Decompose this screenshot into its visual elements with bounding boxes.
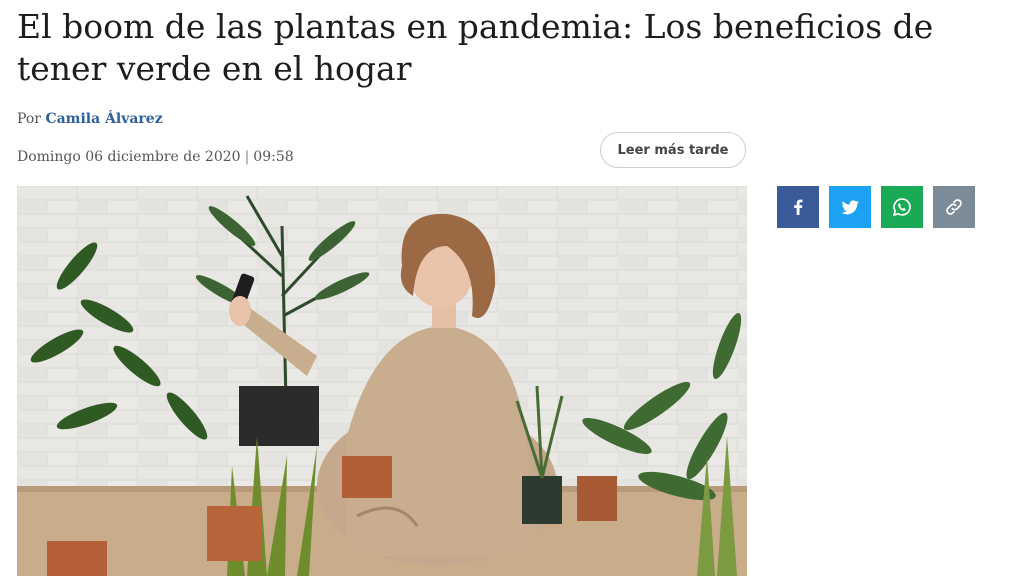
whatsapp-icon xyxy=(892,198,911,217)
read-later-button[interactable]: Leer más tarde xyxy=(600,132,746,168)
share-link-button[interactable] xyxy=(933,186,975,228)
byline-prefix: Por xyxy=(17,111,41,127)
share-bar xyxy=(777,186,975,228)
hero-image xyxy=(17,186,747,576)
author-link[interactable]: Camila Álvarez xyxy=(45,111,162,127)
share-twitter-button[interactable] xyxy=(829,186,871,228)
share-whatsapp-button[interactable] xyxy=(881,186,923,228)
publish-date: Domingo 06 diciembre de 2020 | 09:58 xyxy=(17,149,294,165)
share-facebook-button[interactable] xyxy=(777,186,819,228)
byline: Por Camila Álvarez xyxy=(17,111,163,127)
date-text: Domingo 06 diciembre de 2020 xyxy=(17,149,241,165)
article-headline: El boom de las plantas en pandemia: Los … xyxy=(17,7,934,88)
facebook-icon xyxy=(794,199,803,215)
link-icon xyxy=(946,199,962,215)
date-separator: | xyxy=(244,149,250,165)
twitter-icon xyxy=(841,200,860,215)
time-text: 09:58 xyxy=(253,149,294,165)
